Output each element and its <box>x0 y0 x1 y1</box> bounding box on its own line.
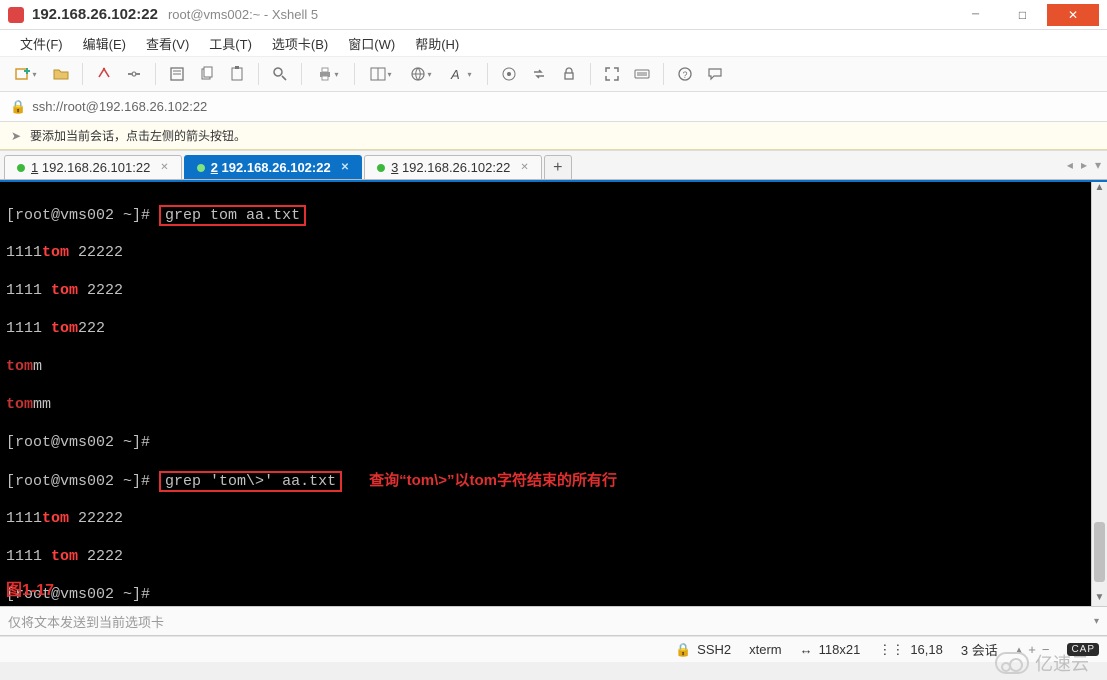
size-icon: ↔ <box>800 642 813 657</box>
scroll-up-icon[interactable]: ▲ <box>1092 182 1107 196</box>
status-position: 16,18 <box>910 642 943 657</box>
keyboard-button[interactable] <box>629 61 655 87</box>
menu-view[interactable]: 查看(V) <box>136 31 199 56</box>
reconnect-button[interactable] <box>91 61 117 87</box>
figure-label: 图1-17 <box>6 581 54 600</box>
session-tabs: 1 192.168.26.101:22 ✕ 2 192.168.26.102:2… <box>0 150 1107 180</box>
app-icon <box>8 7 24 23</box>
menu-tab[interactable]: 选项卡(B) <box>262 31 338 56</box>
status-capslock: CAP <box>1067 643 1099 656</box>
menu-window[interactable]: 窗口(W) <box>338 31 405 56</box>
window-close-button[interactable] <box>1047 4 1099 26</box>
tab-next-icon[interactable]: ▸ <box>1081 158 1087 172</box>
status-term: xterm <box>749 642 782 657</box>
tab-label: 192.168.26.101:22 <box>42 160 150 175</box>
status-dot-icon <box>17 164 25 172</box>
new-session-button[interactable]: ▾ <box>8 61 44 87</box>
properties-button[interactable] <box>164 61 190 87</box>
toolbar: ▾ ▾ ▾ ▾ A▾ <box>0 56 1107 92</box>
pos-icon: ⋮⋮ <box>878 642 904 658</box>
plus-icon[interactable]: + <box>1028 642 1036 657</box>
tab-close-icon[interactable]: ✕ <box>520 162 528 173</box>
terminal[interactable]: [root@vms002 ~]# grep tom aa.txt 1111tom… <box>0 182 1091 606</box>
font-button[interactable]: A▾ <box>443 61 479 87</box>
tab-number: 3 <box>391 160 398 175</box>
status-protocol: SSH2 <box>697 642 731 657</box>
lock-icon: 🔒 <box>675 642 691 658</box>
status-size: 118x21 <box>819 642 861 657</box>
paste-button[interactable] <box>224 61 250 87</box>
fullscreen-button[interactable] <box>599 61 625 87</box>
hint-arrow-icon[interactable]: ➤ <box>8 128 24 144</box>
svg-text:A: A <box>450 67 460 82</box>
disconnect-button[interactable] <box>121 61 147 87</box>
session-tab-2[interactable]: 2 192.168.26.102:22 ✕ <box>184 155 362 179</box>
terminal-scrollbar[interactable]: ▲ ▼ <box>1091 182 1107 606</box>
chat-button[interactable] <box>702 61 728 87</box>
copy-button[interactable] <box>194 61 220 87</box>
menu-bar: 文件(F) 编辑(E) 查看(V) 工具(T) 选项卡(B) 窗口(W) 帮助(… <box>0 30 1107 56</box>
help-button[interactable]: ? <box>672 61 698 87</box>
svg-text:?: ? <box>683 70 688 80</box>
send-input-placeholder: 仅将文本发送到当前选项卡 <box>8 612 164 631</box>
hint-bar: ➤ 要添加当前会话，点击左侧的箭头按钮。 <box>0 122 1107 150</box>
find-button[interactable] <box>267 61 293 87</box>
menu-help[interactable]: 帮助(H) <box>405 31 469 56</box>
layout-button[interactable]: ▾ <box>363 61 399 87</box>
window-minimize-button[interactable] <box>953 4 998 26</box>
address-text: ssh://root@192.168.26.102:22 <box>32 99 207 114</box>
lock-icon: 🔒 <box>10 99 26 115</box>
tab-close-icon[interactable]: ✕ <box>160 162 168 173</box>
menu-edit[interactable]: 编辑(E) <box>73 31 136 56</box>
hint-text: 要添加当前会话，点击左侧的箭头按钮。 <box>30 127 246 144</box>
status-dot-icon <box>377 164 385 172</box>
title-bar: 192.168.26.102:22 root@vms002:~ - Xshell… <box>0 0 1107 30</box>
tab-close-icon[interactable]: ✕ <box>341 162 349 173</box>
session-tab-3[interactable]: 3 192.168.26.102:22 ✕ <box>364 155 542 179</box>
minus-icon[interactable]: − <box>1042 642 1050 657</box>
window-title-main: 192.168.26.102:22 <box>32 6 158 23</box>
transfer-button[interactable] <box>526 61 552 87</box>
address-bar[interactable]: 🔒 ssh://root@192.168.26.102:22 <box>0 92 1107 122</box>
new-tab-button[interactable]: + <box>544 155 572 179</box>
open-session-button[interactable] <box>48 61 74 87</box>
annotation: 查询“tom\>”以tom字符结束的所有行 <box>369 472 617 489</box>
cmd-highlight: grep 'tom\>' aa.txt <box>159 471 342 492</box>
lock-button[interactable] <box>556 61 582 87</box>
session-tab-1[interactable]: 1 192.168.26.101:22 ✕ <box>4 155 182 179</box>
print-button[interactable]: ▾ <box>310 61 346 87</box>
tab-label: 192.168.26.102:22 <box>222 160 331 175</box>
tab-list-icon[interactable]: ▾ <box>1095 158 1101 172</box>
cmd-highlight: grep tom aa.txt <box>159 205 306 226</box>
status-sessions: 3 会话 <box>961 640 998 659</box>
status-dot-icon <box>197 164 205 172</box>
tab-prev-icon[interactable]: ◂ <box>1067 158 1073 172</box>
window-title-sub: root@vms002:~ - Xshell 5 <box>168 7 318 22</box>
tab-number: 1 <box>31 160 38 175</box>
tab-label: 192.168.26.102:22 <box>402 160 510 175</box>
status-bar: 🔒 SSH2 xterm ↔ 118x21 ⋮⋮ 16,18 3 会话 ▴ + −… <box>0 636 1107 662</box>
menu-file[interactable]: 文件(F) <box>10 31 73 56</box>
tab-number: 2 <box>211 160 218 175</box>
encoding-button[interactable]: ▾ <box>403 61 439 87</box>
script-button[interactable] <box>496 61 522 87</box>
scroll-thumb[interactable] <box>1094 522 1105 582</box>
scroll-down-icon[interactable]: ▼ <box>1092 592 1107 606</box>
window-maximize-button[interactable] <box>1000 4 1045 26</box>
send-input-bar[interactable]: 仅将文本发送到当前选项卡 ▾ <box>0 606 1107 636</box>
menu-tools[interactable]: 工具(T) <box>199 31 262 56</box>
chevron-up-icon[interactable]: ▴ <box>1016 642 1023 658</box>
send-target-dropdown[interactable]: ▾ <box>1094 616 1099 627</box>
